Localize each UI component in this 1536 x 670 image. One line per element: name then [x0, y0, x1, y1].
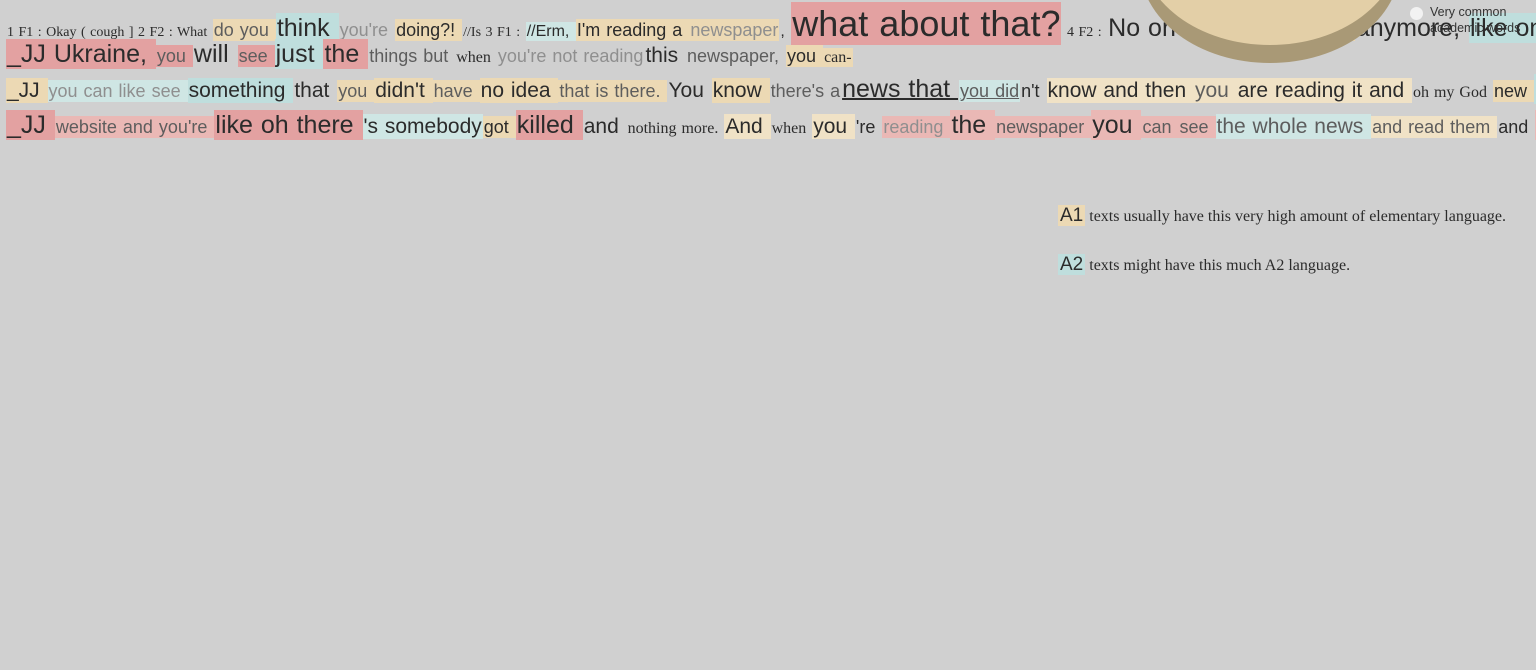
transcript-token: you can like see — [47, 80, 188, 102]
transcript-token: And — [724, 114, 771, 139]
legend-notes: A1 texts usually have this very high amo… — [1058, 205, 1536, 303]
transcript-token: , — [780, 23, 791, 40]
transcript-token: you — [786, 45, 824, 67]
transcript-token: no idea — [479, 78, 559, 103]
transcript-token: nothing more. — [627, 120, 724, 137]
transcript-token: when — [771, 120, 812, 137]
transcript-token: you did — [959, 80, 1021, 102]
legend-item[interactable]: Very common academic words — [1410, 5, 1536, 36]
note-row: A2 texts might have this much A2 languag… — [1058, 253, 1536, 277]
transcript-token: _JJ Ukraine, — [6, 39, 156, 69]
transcript-token: you're not reading — [497, 46, 644, 66]
transcript-token: that — [294, 79, 337, 102]
note-level-tag: A1 — [1058, 205, 1086, 226]
transcript-token: and — [583, 115, 626, 138]
transcript-token: there's a — [770, 81, 841, 101]
transcript-token: I'm reading a — [575, 19, 690, 41]
transcript-token: that is there. — [558, 80, 668, 102]
note-level-tag: A2 — [1058, 253, 1086, 275]
transcript-token: do you — [212, 19, 276, 41]
transcript-token: newspaper — [689, 19, 780, 41]
transcript-token: reading — [882, 116, 951, 138]
transcript-token: _JJ — [6, 78, 48, 103]
transcript-token: killed — [515, 110, 583, 140]
transcript-token: see — [237, 45, 275, 67]
transcript-token: got — [482, 116, 516, 138]
pie-chart — [1140, 0, 1400, 65]
transcript-token: //Is 3 F1 : — [463, 25, 525, 40]
transcript-token: doing?! — [395, 19, 463, 41]
transcript-token: can- — [823, 48, 853, 67]
transcript-token: didn't — [374, 78, 433, 103]
legend-swatch-icon — [1410, 7, 1423, 20]
transcript-token: just — [274, 39, 324, 69]
transcript-token: //Erm, — [525, 22, 576, 41]
transcript-token: 're — [855, 117, 882, 137]
transcript-token: You — [668, 79, 711, 102]
transcript-token: this — [645, 44, 685, 67]
transcript-token: something — [187, 78, 294, 103]
app-root: 1 F1 : Okay ( cough ] 2 F2 : What do you… — [0, 0, 1536, 670]
right-panel: Very common academic words A1 texts usual… — [1040, 0, 1536, 670]
transcript-token: you're — [339, 20, 395, 40]
transcript-token: you — [155, 45, 193, 67]
transcript-token: the — [950, 110, 996, 140]
transcript-token: 's somebody — [362, 114, 483, 139]
transcript-token: the — [323, 39, 369, 69]
transcript-token: website and you're — [54, 116, 215, 138]
chart-legend: Very common academic words — [1410, 5, 1536, 40]
transcript-token: things but — [369, 46, 455, 66]
transcript-panel: 1 F1 : Okay ( cough ] 2 F2 : What do you… — [0, 0, 1536, 670]
note-text: texts usually have this very high amount… — [1085, 208, 1507, 225]
transcript-token: have — [432, 80, 480, 102]
transcript-token: will — [193, 40, 237, 68]
note-text: texts might have this much A2 language. — [1085, 256, 1351, 274]
transcript-token: you — [812, 114, 855, 139]
transcript-token: when — [456, 49, 496, 66]
transcript-token: newspaper, — [686, 46, 786, 66]
note-row: A1 texts usually have this very high amo… — [1058, 205, 1536, 228]
legend-item-label: Very common academic words — [1430, 5, 1521, 35]
transcript-token: news that — [842, 75, 959, 103]
transcript-token: know — [711, 78, 770, 103]
transcript-token: _JJ — [6, 110, 55, 140]
transcript-token: you — [337, 80, 375, 102]
transcript-token: like oh there — [214, 110, 363, 140]
transcript-token: what about that? — [791, 2, 1062, 45]
